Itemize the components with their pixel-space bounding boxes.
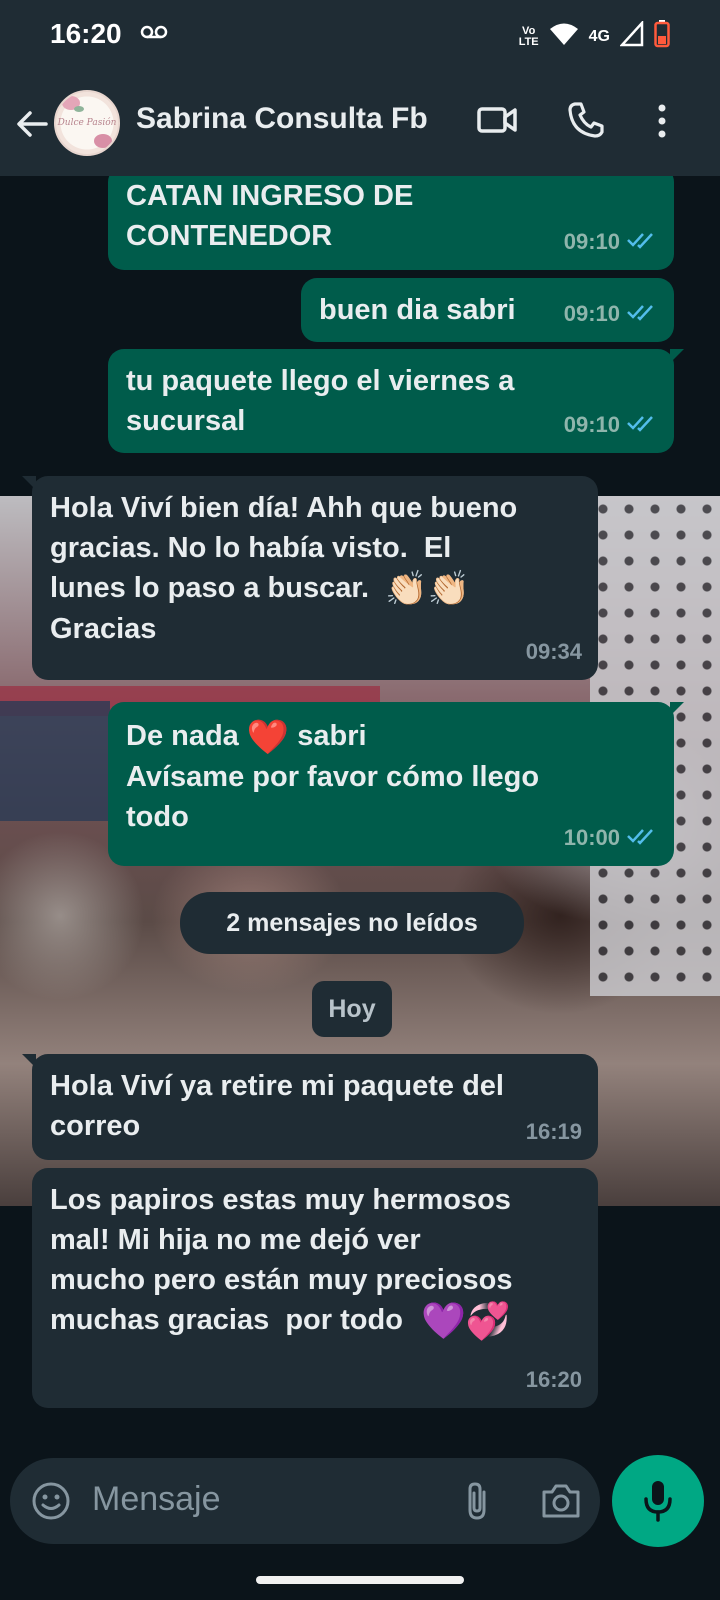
camera-icon[interactable] [540, 1482, 582, 1525]
unread-messages-pill: 2 mensajes no leídos [180, 892, 524, 954]
date-pill: Hoy [312, 981, 392, 1037]
network-type: 4G [588, 27, 610, 45]
avatar-leaf [74, 106, 84, 112]
mic-button[interactable] [612, 1455, 704, 1547]
read-receipt-icon [626, 222, 658, 262]
message-time: 09:10 [563, 229, 620, 254]
back-arrow-icon[interactable] [12, 104, 52, 144]
emoji-icon[interactable] [30, 1480, 72, 1527]
message-outgoing[interactable]: De nada ❤️ sabri Avísame por favor cómo … [108, 702, 684, 866]
message-time: 10:00 [563, 825, 620, 850]
bubble-tail [670, 349, 684, 363]
contact-name[interactable]: Sabrina Consulta Fb [136, 102, 428, 136]
message-incoming[interactable]: Hola Viví ya retire mi paquete del corre… [22, 1054, 598, 1160]
message-time: 09:34 [525, 639, 582, 664]
clapping-hands-emoji: 👏🏻👏🏻 [385, 570, 470, 609]
message-incoming[interactable]: Los papiros estas muy hermosos mal! Mi h… [32, 1168, 598, 1408]
message-outgoing[interactable]: buen dia sabri 09:10 [301, 278, 674, 342]
contact-avatar[interactable]: Dulce Pasión [54, 90, 120, 156]
voice-call-icon[interactable] [566, 100, 606, 145]
message-time: 09:10 [563, 412, 620, 437]
status-time: 16:20 [50, 18, 122, 49]
home-gesture-handle[interactable] [256, 1576, 464, 1584]
chat-area[interactable]: CATAN INGRESO DE CONTENEDOR 09:10 buen d… [0, 176, 720, 1430]
mic-icon [642, 1479, 674, 1528]
video-call-icon[interactable] [476, 100, 518, 145]
voicemail-icon [140, 24, 168, 45]
status-bar: 16:20 Vo LTE 4G [0, 0, 720, 72]
message-time: 16:20 [525, 1367, 582, 1392]
avatar-flower [94, 134, 112, 148]
attach-icon[interactable] [462, 1480, 492, 1527]
message-text: Hola Viví ya retire mi paquete del corre… [50, 1070, 504, 1142]
message-input[interactable]: Mensaje [92, 1480, 221, 1519]
read-receipt-icon [626, 405, 658, 445]
message-text: De nada [126, 720, 239, 752]
battery-icon [654, 20, 670, 53]
message-outgoing[interactable]: CATAN INGRESO DE CONTENEDOR 09:10 [108, 176, 674, 270]
bubble-tail [22, 476, 36, 490]
bubble-tail [670, 702, 684, 716]
volte-indicator: Vo LTE [518, 24, 539, 48]
message-composer[interactable]: Mensaje [10, 1458, 600, 1544]
read-receipt-icon [626, 294, 658, 334]
wifi-icon [549, 22, 579, 51]
red-heart-emoji: ❤️ [246, 718, 290, 757]
message-text: Gracias [50, 613, 157, 646]
message-time: 09:10 [563, 301, 620, 326]
signal-icon [619, 19, 644, 52]
more-options-icon[interactable] [652, 102, 672, 147]
message-incoming[interactable]: Hola Viví bien día! Ahh que bueno gracia… [22, 476, 598, 680]
read-receipt-icon [626, 818, 658, 858]
chat-header: Dulce Pasión Sabrina Consulta Fb [0, 72, 720, 176]
message-time: 16:19 [525, 1119, 582, 1144]
message-outgoing[interactable]: tu paquete llego el viernes a sucursal 0… [108, 349, 684, 453]
avatar-text: Dulce Pasión [57, 118, 117, 128]
hearts-emoji: 💜💞 [420, 1300, 511, 1342]
wallpaper-shape [0, 701, 110, 821]
system-nav-bar [0, 1556, 720, 1600]
bubble-tail [22, 1054, 36, 1068]
